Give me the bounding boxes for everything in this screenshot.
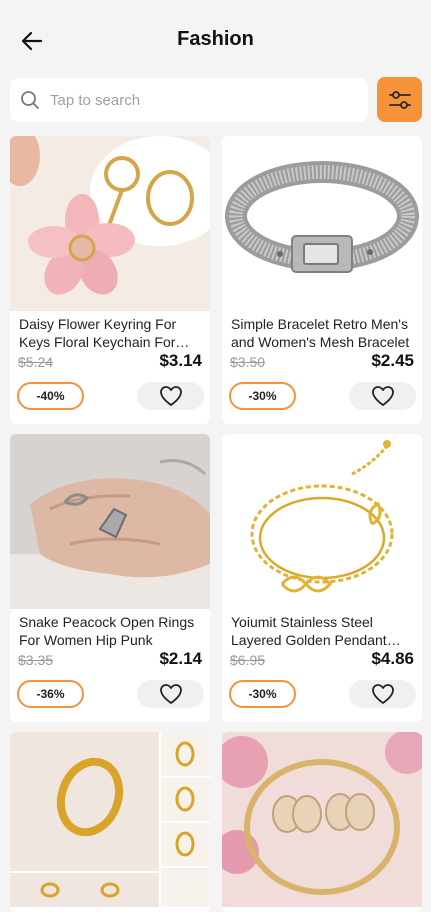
heart-icon [159, 386, 182, 406]
heart-icon [371, 386, 394, 406]
product-card[interactable]: Yoiumit Stainless Steel Layered Golden P… [222, 434, 422, 722]
product-card[interactable]: Simple Bracelet Retro Men's and Women's … [222, 136, 422, 424]
original-price: $3.35 [18, 652, 54, 668]
product-card[interactable] [222, 732, 422, 912]
product-card[interactable]: Snake Peacock Open Rings For Women Hip P… [10, 434, 210, 722]
search-icon [21, 91, 39, 109]
filter-button[interactable] [377, 77, 422, 122]
favorite-button[interactable] [349, 680, 416, 708]
sale-price: $3.14 [159, 351, 202, 370]
original-price: $5.24 [18, 354, 54, 370]
favorite-button[interactable] [349, 382, 416, 410]
product-name: Daisy Flower Keyring For Keys Floral Key… [19, 316, 177, 350]
product-image-snake-rings [10, 434, 210, 609]
discount-badge: -36% [17, 680, 84, 708]
product-name: Yoiumit Stainless Steel Layered Golden P… [231, 614, 387, 648]
discount-badge: -30% [229, 382, 296, 410]
product-image-gold-rings [10, 732, 210, 907]
product-card[interactable] [10, 732, 210, 912]
product-image-flower-keyring [10, 136, 210, 311]
product-image-gold-bracelet [222, 434, 422, 609]
app-header: Fashion [0, 0, 431, 80]
sliders-icon [388, 90, 411, 109]
discount-badge: -30% [229, 680, 296, 708]
heart-icon [371, 684, 394, 704]
product-name: Snake Peacock Open Rings For Women Hip P… [19, 614, 195, 648]
product-grid: Daisy Flower Keyring For Keys Floral Key… [10, 136, 422, 912]
original-price: $6.95 [230, 652, 266, 668]
page-title: Fashion [177, 28, 254, 50]
product-image-butterfly-earrings [222, 732, 422, 907]
sale-price: $2.45 [371, 351, 414, 370]
sale-price: $4.86 [371, 649, 414, 668]
sale-price: $2.14 [159, 649, 202, 668]
heart-icon [159, 684, 182, 704]
product-image-mesh-bracelet [222, 136, 422, 311]
original-price: $3.50 [230, 354, 266, 370]
search-bar[interactable] [10, 78, 368, 122]
discount-badge: -40% [17, 382, 84, 410]
product-name: Simple Bracelet Retro Men's and Women's … [231, 316, 410, 350]
search-input[interactable] [50, 91, 340, 109]
product-card[interactable]: Daisy Flower Keyring For Keys Floral Key… [10, 136, 210, 424]
favorite-button[interactable] [137, 382, 204, 410]
favorite-button[interactable] [137, 680, 204, 708]
